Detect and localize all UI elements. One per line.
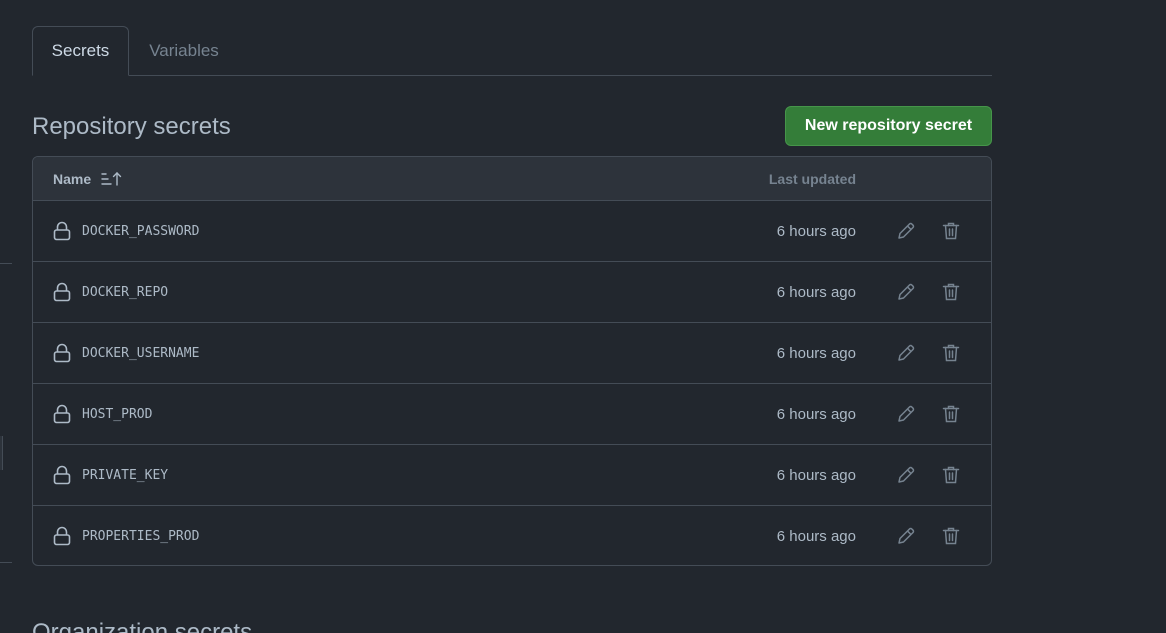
- lock-icon: [53, 526, 71, 546]
- pencil-icon: [896, 465, 916, 485]
- sort-ascending-icon[interactable]: [101, 171, 123, 187]
- secrets-list: DOCKER_PASSWORD 6 hours ago DOCKER_REPO 6 h…: [33, 201, 991, 565]
- secret-updated: 6 hours ago: [776, 466, 856, 484]
- edit-secret-button[interactable]: [894, 280, 918, 304]
- name-column-label: Name: [53, 170, 92, 187]
- secret-name: PROPERTIES_PROD: [82, 528, 200, 544]
- secret-updated: 6 hours ago: [776, 283, 856, 301]
- delete-secret-button[interactable]: [939, 402, 963, 426]
- organization-secrets-title: Organization secrets: [32, 619, 253, 633]
- table-row: DOCKER_PASSWORD 6 hours ago: [33, 201, 991, 262]
- trash-icon: [942, 404, 960, 424]
- secret-updated: 6 hours ago: [776, 222, 856, 240]
- tab-variables[interactable]: Variables: [129, 26, 239, 75]
- lock-icon: [53, 343, 71, 363]
- table-row: HOST_PROD 6 hours ago: [33, 384, 991, 445]
- trash-icon: [942, 221, 960, 241]
- secret-updated: 6 hours ago: [776, 527, 856, 545]
- trash-icon: [942, 343, 960, 363]
- pencil-icon: [896, 221, 916, 241]
- secrets-settings-page: Secrets Variables Repository secrets New…: [0, 0, 1166, 633]
- table-header: Name Last updated: [33, 157, 991, 201]
- trash-icon: [942, 282, 960, 302]
- secret-updated: 6 hours ago: [776, 405, 856, 423]
- lock-icon: [53, 465, 71, 485]
- edit-secret-button[interactable]: [894, 219, 918, 243]
- secret-updated: 6 hours ago: [776, 344, 856, 362]
- secret-name: PRIVATE_KEY: [82, 467, 169, 483]
- delete-secret-button[interactable]: [939, 524, 963, 548]
- secret-name: HOST_PROD: [82, 406, 153, 422]
- pencil-icon: [896, 526, 916, 546]
- secret-name: DOCKER_REPO: [82, 284, 169, 300]
- sidebar-divider: [0, 562, 12, 563]
- sidebar-edge-fragment: [0, 436, 3, 470]
- pencil-icon: [896, 343, 916, 363]
- repository-secrets-title: Repository secrets: [32, 113, 231, 140]
- name-column-header: Name: [53, 157, 123, 200]
- new-repository-secret-button[interactable]: New repository secret: [785, 106, 992, 146]
- delete-secret-button[interactable]: [939, 219, 963, 243]
- secrets-table: Name Last updated DOCKER_PASSWORD 6 hour…: [32, 156, 992, 566]
- secret-name: DOCKER_USERNAME: [82, 345, 200, 361]
- sidebar-divider: [0, 263, 12, 264]
- trash-icon: [942, 526, 960, 546]
- pencil-icon: [896, 404, 916, 424]
- delete-secret-button[interactable]: [939, 280, 963, 304]
- table-row: PROPERTIES_PROD 6 hours ago: [33, 506, 991, 565]
- edit-secret-button[interactable]: [894, 524, 918, 548]
- edit-secret-button[interactable]: [894, 463, 918, 487]
- table-row: DOCKER_USERNAME 6 hours ago: [33, 323, 991, 384]
- last-updated-column-header: Last updated: [768, 170, 856, 187]
- trash-icon: [942, 465, 960, 485]
- edit-secret-button[interactable]: [894, 402, 918, 426]
- edit-secret-button[interactable]: [894, 341, 918, 365]
- secret-name: DOCKER_PASSWORD: [82, 223, 200, 239]
- table-row: PRIVATE_KEY 6 hours ago: [33, 445, 991, 506]
- pencil-icon: [896, 282, 916, 302]
- tab-secrets[interactable]: Secrets: [32, 26, 129, 76]
- tab-bar: Secrets Variables: [32, 26, 992, 76]
- lock-icon: [53, 404, 71, 424]
- lock-icon: [53, 282, 71, 302]
- delete-secret-button[interactable]: [939, 341, 963, 365]
- lock-icon: [53, 221, 71, 241]
- table-row: DOCKER_REPO 6 hours ago: [33, 262, 991, 323]
- delete-secret-button[interactable]: [939, 463, 963, 487]
